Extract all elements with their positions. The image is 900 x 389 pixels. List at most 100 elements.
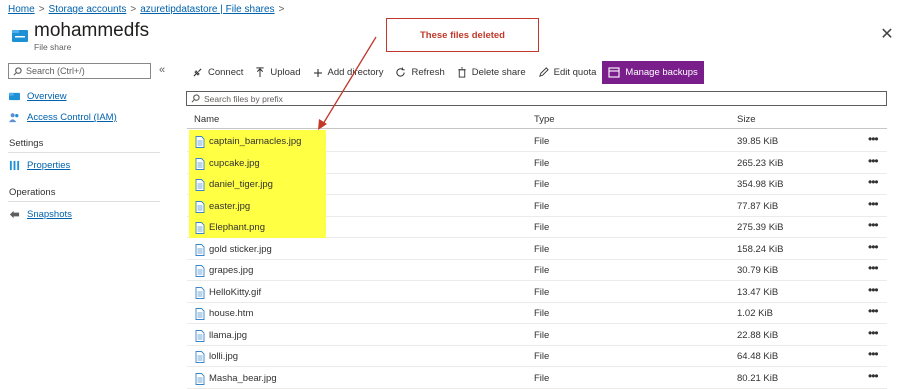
search-icon bbox=[13, 66, 22, 75]
sidebar-item-label: Access Control (IAM) bbox=[27, 112, 117, 123]
file-type: File bbox=[534, 308, 550, 319]
bars-icon bbox=[9, 160, 20, 171]
column-header-size[interactable]: Size bbox=[737, 114, 755, 125]
people-icon bbox=[9, 113, 19, 123]
more-options-icon[interactable]: ••• bbox=[868, 240, 879, 254]
file-icon bbox=[195, 372, 205, 385]
file-size: 80.21 KiB bbox=[737, 372, 779, 384]
sidebar-item-overview[interactable]: Overview bbox=[9, 91, 67, 102]
file-type: File bbox=[534, 136, 550, 147]
more-options-icon[interactable]: ••• bbox=[868, 154, 879, 168]
sidebar-item-access-control[interactable]: Access Control (IAM) bbox=[9, 112, 117, 123]
file-icon bbox=[195, 308, 205, 320]
table-row[interactable]: daniel_tiger.jpg File 354.98 KiB ••• bbox=[187, 173, 887, 195]
more-options-icon[interactable]: ••• bbox=[868, 197, 879, 211]
file-icon bbox=[195, 200, 205, 213]
breadcrumb-separator: > bbox=[38, 4, 45, 15]
breadcrumb-storage-accounts[interactable]: Storage accounts bbox=[49, 4, 127, 15]
file-size: 158.24 KiB bbox=[737, 243, 784, 255]
upload-button[interactable]: Upload bbox=[249, 61, 306, 84]
close-icon[interactable]: ✕ bbox=[879, 24, 895, 44]
delete-share-label: Delete share bbox=[471, 67, 526, 78]
table-row[interactable]: Elephant.png File 275.39 KiB ••• bbox=[187, 216, 887, 238]
file-type: File bbox=[534, 157, 550, 169]
file-size: 30.79 KiB bbox=[737, 265, 779, 276]
column-header-name[interactable]: Name bbox=[194, 114, 219, 125]
file-name[interactable]: HelloKitty.gif bbox=[209, 287, 261, 298]
table-row[interactable]: gold sticker.jpg File 158.24 KiB ••• bbox=[187, 239, 887, 260]
sidebar-item-label: Overview bbox=[27, 91, 67, 102]
divider bbox=[8, 201, 160, 202]
cloud-icon bbox=[9, 92, 20, 101]
file-icon bbox=[195, 157, 205, 170]
file-name[interactable]: Elephant.png bbox=[209, 222, 265, 233]
table-row[interactable]: llama.jpg File 22.88 KiB ••• bbox=[187, 325, 887, 346]
connect-button[interactable]: Connect bbox=[186, 61, 249, 84]
more-options-icon[interactable]: ••• bbox=[868, 347, 879, 361]
file-name[interactable]: daniel_tiger.jpg bbox=[209, 179, 273, 190]
file-name[interactable]: gold sticker.jpg bbox=[209, 244, 272, 255]
table-row[interactable]: house.htm File 1.02 KiB ••• bbox=[187, 303, 887, 324]
sidebar-item-snapshots[interactable]: Snapshots bbox=[9, 209, 72, 220]
sidebar-search-input[interactable]: Search (Ctrl+/) bbox=[8, 63, 151, 79]
breadcrumb-separator: > bbox=[130, 4, 137, 15]
more-options-icon[interactable]: ••• bbox=[868, 261, 879, 275]
column-header-type[interactable]: Type bbox=[534, 114, 555, 125]
breadcrumb-separator: > bbox=[278, 4, 285, 15]
table-row[interactable]: Masha_bear.jpg File 80.21 KiB ••• bbox=[187, 368, 887, 389]
snapshot-icon bbox=[9, 210, 20, 219]
delete-share-button[interactable]: Delete share bbox=[451, 61, 532, 84]
file-name[interactable]: grapes.jpg bbox=[209, 265, 253, 276]
file-icon bbox=[195, 351, 205, 363]
sidebar-item-properties[interactable]: Properties bbox=[9, 160, 70, 171]
more-options-icon[interactable]: ••• bbox=[868, 326, 879, 340]
table-row[interactable]: easter.jpg File 77.87 KiB ••• bbox=[187, 194, 887, 217]
edit-quota-button[interactable]: Edit quota bbox=[532, 61, 603, 84]
file-icon bbox=[195, 136, 205, 148]
file-type: File bbox=[534, 200, 550, 212]
pencil-icon bbox=[538, 67, 549, 77]
breadcrumb-file-shares[interactable]: azuretipdatastore | File shares bbox=[140, 4, 274, 15]
refresh-button[interactable]: Refresh bbox=[389, 61, 450, 84]
page-subtitle: File share bbox=[34, 42, 72, 52]
table-row[interactable]: grapes.jpg File 30.79 KiB ••• bbox=[187, 260, 887, 281]
table-row[interactable]: HelloKitty.gif File 13.47 KiB ••• bbox=[187, 282, 887, 303]
collapse-sidebar-icon[interactable]: « bbox=[159, 64, 165, 76]
file-type: File bbox=[534, 351, 550, 362]
add-directory-button[interactable]: Add directory bbox=[307, 61, 390, 84]
file-icon bbox=[195, 329, 205, 342]
file-type: File bbox=[534, 243, 550, 255]
more-options-icon[interactable]: ••• bbox=[868, 304, 879, 318]
more-options-icon[interactable]: ••• bbox=[868, 175, 879, 189]
file-size: 265.23 KiB bbox=[737, 157, 784, 169]
more-options-icon[interactable]: ••• bbox=[868, 218, 879, 232]
file-type: File bbox=[534, 286, 550, 298]
table-row[interactable]: captain_barnacles.jpg File 39.85 KiB ••• bbox=[187, 130, 887, 152]
file-name[interactable]: cupcake.jpg bbox=[209, 158, 260, 169]
sidebar-search-placeholder: Search (Ctrl+/) bbox=[26, 66, 85, 76]
manage-backups-button[interactable]: Manage backups bbox=[602, 61, 704, 84]
breadcrumb: Home > Storage accounts > azuretipdatast… bbox=[8, 4, 284, 15]
file-size: 13.47 KiB bbox=[737, 286, 779, 298]
file-name[interactable]: llama.jpg bbox=[209, 330, 247, 341]
divider bbox=[8, 152, 160, 153]
edit-quota-label: Edit quota bbox=[553, 67, 597, 78]
table-row[interactable]: lolli.jpg File 64.48 KiB ••• bbox=[187, 346, 887, 367]
file-type: File bbox=[534, 265, 550, 276]
file-search-input[interactable]: Search files by prefix bbox=[186, 91, 887, 106]
trash-icon bbox=[458, 67, 466, 78]
file-name[interactable]: house.htm bbox=[209, 308, 253, 319]
file-name[interactable]: captain_barnacles.jpg bbox=[209, 136, 301, 147]
file-name[interactable]: easter.jpg bbox=[209, 201, 250, 212]
command-bar: Connect Upload Add directory Refresh Del… bbox=[186, 61, 704, 84]
file-name[interactable]: lolli.jpg bbox=[209, 351, 238, 362]
search-icon bbox=[191, 94, 200, 103]
more-options-icon[interactable]: ••• bbox=[868, 283, 879, 297]
more-options-icon[interactable]: ••• bbox=[868, 369, 879, 383]
file-name[interactable]: Masha_bear.jpg bbox=[209, 373, 277, 384]
table-row[interactable]: cupcake.jpg File 265.23 KiB ••• bbox=[187, 151, 887, 174]
more-options-icon[interactable]: ••• bbox=[868, 132, 879, 146]
file-icon bbox=[195, 243, 205, 256]
file-share-icon bbox=[12, 30, 28, 42]
breadcrumb-home[interactable]: Home bbox=[8, 4, 35, 15]
